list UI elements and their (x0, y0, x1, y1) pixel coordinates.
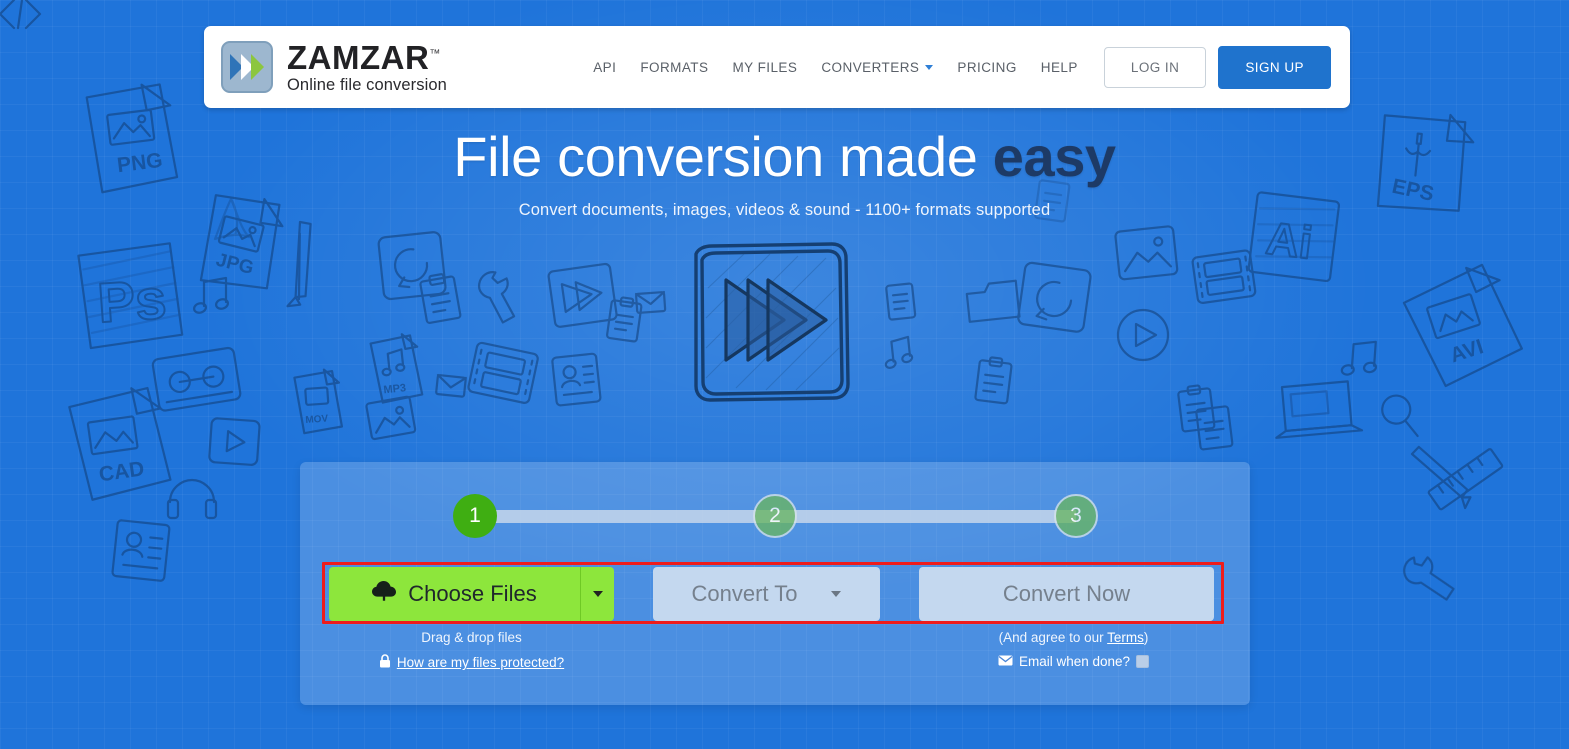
chevron-down-icon (592, 591, 603, 597)
svg-text:AVI: AVI (1447, 335, 1486, 367)
svg-text:MP3: MP3 (383, 382, 407, 396)
choose-files-label: Choose Files (408, 581, 537, 606)
chevron-down-icon (925, 64, 934, 70)
padlock-icon (379, 654, 391, 671)
svg-text:Ps: Ps (96, 267, 169, 335)
nav-my-files-label: MY FILES (732, 59, 798, 75)
nav-help[interactable]: HELP (1029, 52, 1090, 83)
nav-api[interactable]: API (581, 52, 628, 83)
site-header: ZAMZAR™ Online file conversion API FORMA… (204, 26, 1350, 108)
page-title: File conversion made easy (0, 125, 1569, 188)
progress-steps: 1 2 3 (453, 494, 1098, 538)
page-title-accent: easy (992, 125, 1116, 188)
cloud-upload-icon (372, 581, 397, 607)
envelope-icon (998, 654, 1013, 669)
terms-prefix: (And agree to our (998, 630, 1108, 645)
hero-subtitle: Convert documents, images, videos & soun… (518, 200, 1051, 219)
brand-tagline: Online file conversion (287, 75, 447, 94)
step-2[interactable]: 2 (753, 494, 797, 538)
convert-helper-text: (And agree to our Terms) Email when done… (926, 628, 1221, 669)
files-protected-link[interactable]: How are my files protected? (397, 655, 564, 670)
zamzar-homepage: PNG JPG Ps CAD MP3 MOV EPS Ai AVI ZAMZAR… (0, 0, 1569, 749)
email-when-done-checkbox[interactable] (1136, 655, 1150, 668)
svg-text:JPG: JPG (214, 250, 256, 280)
nav-help-label: HELP (1040, 59, 1078, 75)
email-when-done-label: Email when done? (1018, 654, 1131, 669)
nav-my-files[interactable]: MY FILES (720, 52, 809, 83)
sign-up-button[interactable]: SIGN UP (1218, 45, 1331, 89)
svg-text:MOV: MOV (305, 413, 329, 426)
nav-formats-label: FORMATS (640, 59, 709, 75)
convert-to-button[interactable]: Convert To (653, 567, 880, 621)
convert-now-button[interactable]: Convert Now (919, 567, 1214, 621)
svg-text:Ai: Ai (1263, 212, 1315, 269)
drag-drop-text: Drag & drop files (421, 630, 522, 645)
convert-to-label: Convert To (691, 581, 798, 606)
step-1[interactable]: 1 (453, 494, 497, 538)
nav-converters[interactable]: CONVERTERS (809, 52, 945, 83)
log-in-button[interactable]: LOG IN (1103, 46, 1207, 88)
choose-files-group[interactable]: Choose Files (329, 567, 614, 621)
terms-link[interactable]: Terms (1107, 630, 1144, 645)
double-chevron-logo-icon (221, 41, 273, 93)
terms-suffix: ) (1143, 630, 1149, 645)
nav-converters-label: CONVERTERS (821, 59, 920, 75)
nav-formats[interactable]: FORMATS (628, 52, 720, 83)
nav-api-label: API (593, 59, 617, 75)
page-title-plain: File conversion made (453, 125, 993, 188)
brand-logo[interactable]: ZAMZAR™ Online file conversion (221, 41, 447, 94)
step-3[interactable]: 3 (1054, 494, 1098, 538)
files-protected-row[interactable]: How are my files protected? (329, 654, 614, 671)
main-navigation: API FORMATS MY FILES CONVERTERS PRICING … (581, 45, 1350, 89)
fast-forward-sketch-icon (686, 238, 856, 408)
nav-pricing-label: PRICING (957, 59, 1017, 75)
nav-pricing[interactable]: PRICING (945, 52, 1028, 83)
trademark-symbol: ™ (429, 47, 441, 60)
email-when-done-row[interactable]: Email when done? (926, 654, 1221, 669)
choose-files-dropdown-button[interactable] (580, 567, 614, 621)
hero-section: File conversion made easy Convert docume… (0, 125, 1569, 220)
chevron-down-icon (831, 591, 842, 597)
brand-name: ZAMZAR (287, 38, 430, 76)
converter-panel: 1 2 3 Choose Files Convert To Convert No… (300, 462, 1250, 705)
choose-files-button[interactable]: Choose Files (329, 567, 580, 621)
svg-text:CAD: CAD (97, 457, 145, 486)
upload-helper-text: Drag & drop files How are my files prote… (329, 628, 614, 671)
terms-text: (And agree to our Terms) (926, 628, 1221, 647)
converter-actions: Choose Files Convert To Convert Now (329, 567, 1221, 621)
convert-now-label: Convert Now (1002, 581, 1131, 606)
